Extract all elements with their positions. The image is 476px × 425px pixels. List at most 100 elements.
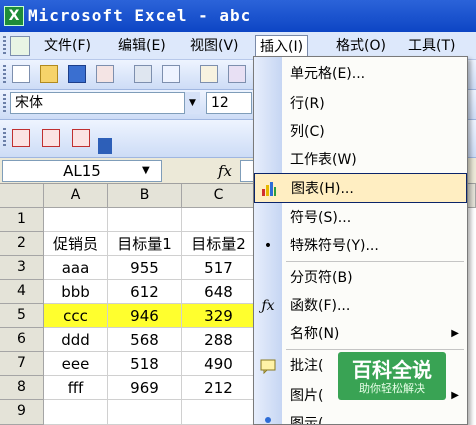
print-icon[interactable] xyxy=(134,65,152,83)
menu-item-symbol[interactable]: 符号(S)... xyxy=(254,203,467,233)
table-cell[interactable]: 288 xyxy=(182,328,256,352)
comment-icon xyxy=(260,358,276,375)
menu-item-function[interactable]: ƒx 函数(F)... xyxy=(254,291,467,321)
table-cell[interactable]: 955 xyxy=(108,256,182,280)
pdf-email-icon[interactable] xyxy=(42,129,60,147)
font-size-box[interactable]: 12 xyxy=(206,92,252,114)
table-cell[interactable]: 目标量1 xyxy=(108,232,182,256)
table-cell[interactable]: aaa xyxy=(44,256,108,280)
table-cell[interactable]: 517 xyxy=(182,256,256,280)
toolbar-options-icon[interactable] xyxy=(98,138,112,154)
table-cell[interactable] xyxy=(182,400,256,425)
row-header[interactable]: 3 xyxy=(0,256,44,280)
menu-item-label: 特殊符号(Y)... xyxy=(290,238,379,254)
table-cell[interactable] xyxy=(44,400,108,425)
row-header[interactable]: 4 xyxy=(0,280,44,304)
excel-icon: X xyxy=(4,6,24,26)
row-header[interactable]: 5 xyxy=(0,304,44,328)
menu-item-label: 符号(S)... xyxy=(290,210,352,226)
pdf-grip-icon[interactable] xyxy=(3,128,6,148)
toolbar-grip-icon[interactable] xyxy=(3,65,6,85)
row-header[interactable]: 7 xyxy=(0,352,44,376)
menu-insert[interactable]: 插入(I) xyxy=(255,35,309,57)
research-icon[interactable] xyxy=(228,65,246,83)
table-cell[interactable]: 目标量2 xyxy=(182,232,256,256)
row-header[interactable]: 2 xyxy=(0,232,44,256)
row-header[interactable]: 9 xyxy=(0,400,44,425)
table-cell[interactable] xyxy=(108,208,182,232)
menu-item-chart[interactable]: 图表(H)... xyxy=(254,173,467,203)
table-cell-highlighted[interactable]: 329 xyxy=(182,304,256,328)
table-cell[interactable]: 212 xyxy=(182,376,256,400)
table-cell[interactable]: 612 xyxy=(108,280,182,304)
menu-item-page-break[interactable]: 分页符(B) xyxy=(254,263,467,293)
workbook-icon[interactable] xyxy=(10,36,30,56)
table-cell[interactable]: 969 xyxy=(108,376,182,400)
menu-tools[interactable]: 工具(T) xyxy=(404,35,459,57)
row-header[interactable]: 8 xyxy=(0,376,44,400)
menu-edit[interactable]: 编辑(E) xyxy=(114,35,170,57)
watermark-logo: 百科全说 助你轻松解决 xyxy=(338,352,446,400)
pdf-convert-icon[interactable] xyxy=(12,129,30,147)
menu-item-name[interactable]: 名称(N) ▶ xyxy=(254,319,467,349)
watermark-subtitle: 助你轻松解决 xyxy=(359,382,425,395)
table-cell[interactable]: 促销员 xyxy=(44,232,108,256)
row-header[interactable]: 6 xyxy=(0,328,44,352)
new-file-icon[interactable] xyxy=(12,65,30,83)
column-header-c[interactable]: C xyxy=(182,184,256,208)
open-folder-icon[interactable] xyxy=(40,65,58,83)
table-cell-highlighted[interactable]: 946 xyxy=(108,304,182,328)
menu-item-label: 名称(N) xyxy=(290,326,340,342)
format-grip-icon[interactable] xyxy=(3,94,6,114)
table-cell[interactable] xyxy=(182,208,256,232)
menu-item-label: 图示( xyxy=(290,416,324,425)
menu-item-label: 列(C) xyxy=(290,124,325,140)
menu-item-label: 分页符(B) xyxy=(290,270,353,286)
table-cell[interactable]: fff xyxy=(44,376,108,400)
menu-item-special-symbol[interactable]: • 特殊符号(Y)... xyxy=(254,231,467,261)
table-cell[interactable]: 518 xyxy=(108,352,182,376)
menubar-grip-icon[interactable] xyxy=(3,36,6,56)
select-all-corner[interactable] xyxy=(0,184,44,208)
menu-item-label: 图表(H)... xyxy=(291,181,354,197)
menu-item-diagram[interactable]: 图示( xyxy=(254,409,467,425)
formula-input[interactable] xyxy=(240,160,254,182)
menu-item-cells[interactable]: 单元格(E)... xyxy=(254,59,467,89)
table-cell[interactable]: eee xyxy=(44,352,108,376)
insert-function-icon[interactable]: fx xyxy=(218,160,232,182)
font-name-box[interactable]: 宋体 xyxy=(10,92,200,114)
function-icon: ƒx xyxy=(261,298,275,314)
table-cell[interactable] xyxy=(44,208,108,232)
table-cell[interactable]: 568 xyxy=(108,328,182,352)
table-cell[interactable]: ddd xyxy=(44,328,108,352)
save-icon[interactable] xyxy=(68,65,86,83)
column-header-b[interactable]: B xyxy=(108,184,182,208)
permission-icon[interactable] xyxy=(96,65,114,83)
table-cell[interactable]: 490 xyxy=(182,352,256,376)
table-cell[interactable] xyxy=(108,400,182,425)
print-preview-icon[interactable] xyxy=(162,65,180,83)
menu-view[interactable]: 视图(V) xyxy=(186,35,243,57)
menu-separator xyxy=(286,261,464,262)
table-cell-highlighted[interactable]: ccc xyxy=(44,304,108,328)
window-title: Microsoft Excel - abc xyxy=(28,6,252,25)
row-header[interactable]: 1 xyxy=(0,208,44,232)
name-box-dropdown-icon[interactable]: ▼ xyxy=(142,160,150,182)
column-header-a[interactable]: A xyxy=(44,184,108,208)
menu-item-label: 批注( xyxy=(290,358,324,374)
menu-file[interactable]: 文件(F) xyxy=(40,35,95,57)
spelling-icon[interactable] xyxy=(200,65,218,83)
font-name-dropdown-icon[interactable]: ▼ xyxy=(184,92,200,114)
title-bar: X Microsoft Excel - abc xyxy=(0,0,476,32)
menu-format[interactable]: 格式(O) xyxy=(332,35,390,57)
menu-item-column[interactable]: 列(C) xyxy=(254,117,467,147)
table-cell[interactable]: bbb xyxy=(44,280,108,304)
font-name-value: 宋体 xyxy=(15,95,43,111)
menu-item-row[interactable]: 行(R) xyxy=(254,89,467,119)
name-box[interactable]: AL15 xyxy=(2,160,162,182)
diagram-icon xyxy=(260,416,276,424)
menu-item-worksheet[interactable]: 工作表(W) xyxy=(254,145,467,175)
table-cell[interactable]: 648 xyxy=(182,280,256,304)
font-size-value: 12 xyxy=(211,95,229,111)
pdf-review-icon[interactable] xyxy=(72,129,90,147)
